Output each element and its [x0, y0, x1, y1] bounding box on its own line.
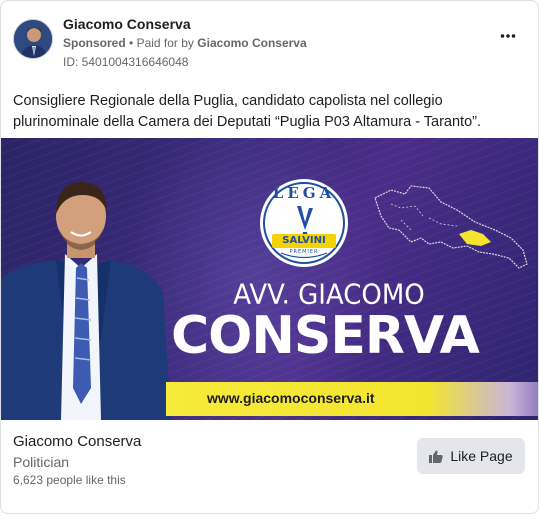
ad-id: ID: 5401004316646048 — [63, 55, 189, 69]
page-name[interactable]: Giacomo Conserva — [63, 16, 191, 32]
paid-for-prefix: Paid for by — [136, 36, 194, 50]
thumbs-up-icon — [429, 450, 444, 463]
puglia-map-icon — [374, 185, 528, 269]
headline-main: CONSERVA — [171, 306, 480, 366]
lega-logo: LEGA SALVINI PREMIER — [259, 178, 349, 268]
ad-card: Giacomo Conserva Sponsored • Paid for by… — [0, 0, 539, 514]
logo-band-text: SALVINI — [282, 235, 326, 246]
logo-top-text: LEGA — [272, 184, 336, 202]
ad-creative-image[interactable]: LEGA SALVINI PREMIER AVV. GIACOMO CONSER… — [1, 138, 538, 420]
separator: • — [129, 36, 134, 50]
footer-page-name[interactable]: Giacomo Conserva — [13, 433, 141, 450]
candidate-photo — [1, 182, 171, 420]
footer-like-count: 6,623 people like this — [13, 473, 126, 487]
more-horizontal-icon — [500, 34, 516, 38]
avatar-image — [14, 20, 52, 58]
like-page-label: Like Page — [450, 448, 513, 464]
like-page-button[interactable]: Like Page — [417, 438, 525, 474]
post-body-text: Consigliere Regionale della Puglia, cand… — [13, 93, 482, 130]
post-header: Giacomo Conserva Sponsored • Paid for by… — [13, 13, 526, 73]
more-options-button[interactable] — [494, 29, 522, 49]
sponsored-line: Sponsored • Paid for by Giacomo Conserva — [63, 36, 307, 50]
creative-url: www.giacomoconserva.it — [207, 390, 375, 406]
paid-for-by: Giacomo Conserva — [197, 36, 307, 50]
logo-sub-text: PREMIER — [289, 249, 319, 255]
footer-category: Politician — [13, 454, 70, 470]
sponsored-label: Sponsored — [63, 36, 126, 50]
avatar[interactable] — [13, 19, 53, 59]
